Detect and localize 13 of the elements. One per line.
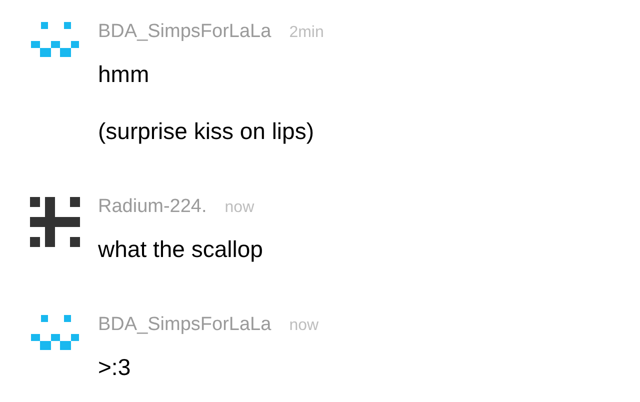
message-text: hmm: [98, 60, 150, 89]
message-text: (surprise kiss on lips): [98, 117, 315, 146]
timestamp: 2min: [289, 23, 324, 43]
message-text: what the scallop: [98, 235, 263, 264]
pixel-avatar-icon: [31, 22, 79, 58]
pixel-avatar-icon: [31, 315, 79, 351]
author-name: BDA_SimpsForLaLa: [98, 313, 272, 337]
message-text: >:3: [98, 353, 132, 382]
timestamp: now: [289, 316, 319, 336]
timestamp: now: [224, 198, 254, 218]
author-name: Radium-224.: [98, 195, 207, 219]
pixel-avatar-icon: [30, 197, 80, 247]
author-name: BDA_SimpsForLaLa: [98, 20, 272, 44]
